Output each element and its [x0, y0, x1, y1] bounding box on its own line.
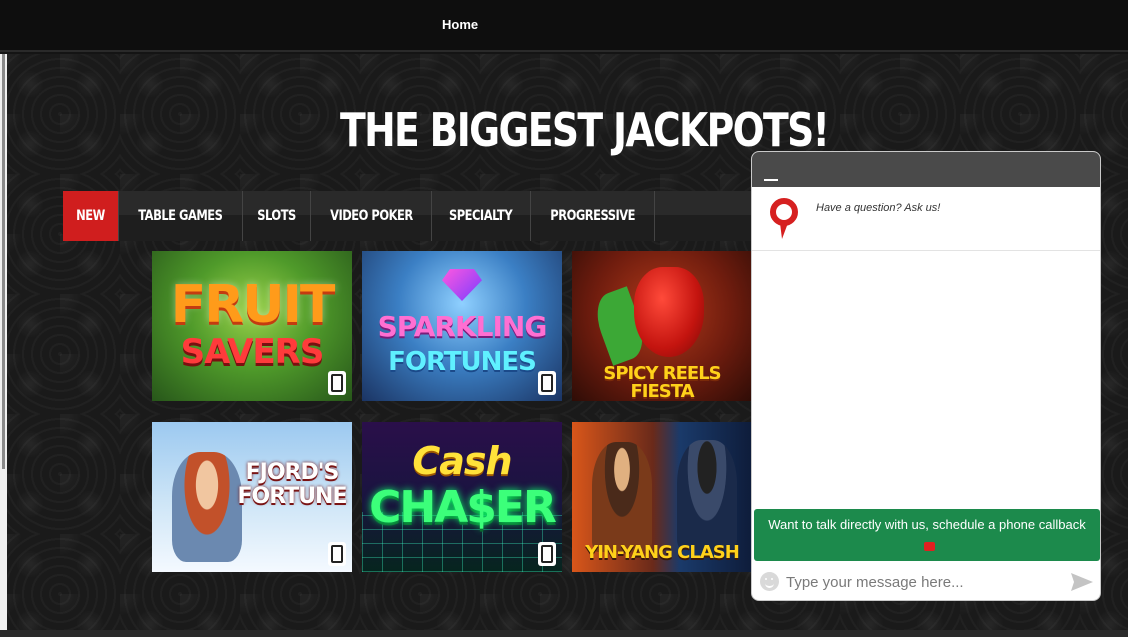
minimize-icon[interactable] [764, 169, 780, 185]
tab-table-games[interactable]: TABLE GAMES [119, 191, 243, 241]
tab-slots[interactable]: SLOTS [243, 191, 311, 241]
tab-label: TABLE GAMES [138, 208, 223, 224]
game-tile-fjords-fortune[interactable]: FJORD'S FORTUNE [152, 422, 352, 572]
warrior-artwork [592, 442, 652, 552]
chat-agent-greeting: Have a question? Ask us! [752, 187, 1100, 251]
game-title: SAVERS [180, 332, 325, 372]
tab-video-poker[interactable]: VIDEO POKER [311, 191, 433, 241]
mobile-phone-icon [538, 371, 556, 395]
bottom-strip [0, 630, 1128, 637]
mobile-phone-icon [328, 371, 346, 395]
send-icon[interactable] [1070, 572, 1094, 592]
game-title: FORTUNES [388, 347, 537, 377]
brand-logo-icon [770, 198, 798, 239]
tab-progressive[interactable]: PROGRESSIVE [531, 191, 655, 241]
tab-label: NEW [76, 208, 105, 224]
gem-artwork [442, 269, 482, 301]
game-tile-cash-chaser[interactable]: Cash CHA$ER [362, 422, 562, 572]
game-title: FJORD'S [245, 460, 340, 485]
game-title: FRUIT [170, 275, 336, 335]
game-tile-sparkling-fortunes[interactable]: SPARKLING FORTUNES [362, 251, 562, 401]
tab-label: PROGRESSIVE [549, 208, 635, 224]
game-title: SPARKLING [377, 310, 548, 343]
pepper-artwork [634, 267, 704, 357]
game-title: SPICY REELS FIESTA [603, 363, 721, 401]
chat-widget: Have a question? Ask us! Want to talk di… [751, 151, 1101, 601]
game-title: CHA$ER [369, 482, 557, 533]
schedule-callback-button[interactable]: Want to talk directly with us, schedule … [754, 509, 1100, 561]
top-nav-bar: Home [0, 0, 1128, 52]
tab-label: VIDEO POKER [329, 208, 413, 224]
tab-specialty[interactable]: SPECIALTY [432, 191, 531, 241]
game-tile-spicy-reels-fiesta[interactable]: SPICY REELS FIESTA [572, 251, 752, 401]
emoji-icon[interactable] [760, 572, 779, 591]
scrollbar-thumb[interactable] [2, 54, 5, 469]
tab-new[interactable]: NEW [63, 191, 119, 241]
page-headline: THE BIGGEST JACKPOTS! [340, 103, 830, 157]
chat-message-input[interactable] [786, 568, 1056, 596]
tab-label: SLOTS [256, 208, 296, 224]
game-title: YIN-YANG CLASH [585, 542, 740, 563]
game-tile-fruit-savers[interactable]: FRUIT SAVERS [152, 251, 352, 401]
game-title: Cash [412, 439, 512, 483]
chat-header [752, 152, 1100, 187]
mobile-phone-icon [538, 542, 556, 566]
mobile-phone-icon [328, 542, 346, 566]
phone-icon [923, 542, 935, 551]
nav-home-link[interactable]: Home [442, 17, 478, 32]
tab-label: SPECIALTY [449, 208, 513, 224]
ninja-artwork [677, 440, 737, 550]
game-tile-yin-yang-clash[interactable]: YIN-YANG CLASH [572, 422, 752, 572]
chat-question-text: Have a question? Ask us! [816, 202, 941, 214]
page-scrollbar[interactable] [0, 54, 7, 637]
game-title: FORTUNE [237, 484, 348, 509]
callback-label: Want to talk directly with us, schedule … [768, 517, 1086, 532]
game-category-tabs: NEW TABLE GAMES SLOTS VIDEO POKER SPECIA… [63, 191, 753, 241]
chat-input-row [752, 562, 1100, 600]
